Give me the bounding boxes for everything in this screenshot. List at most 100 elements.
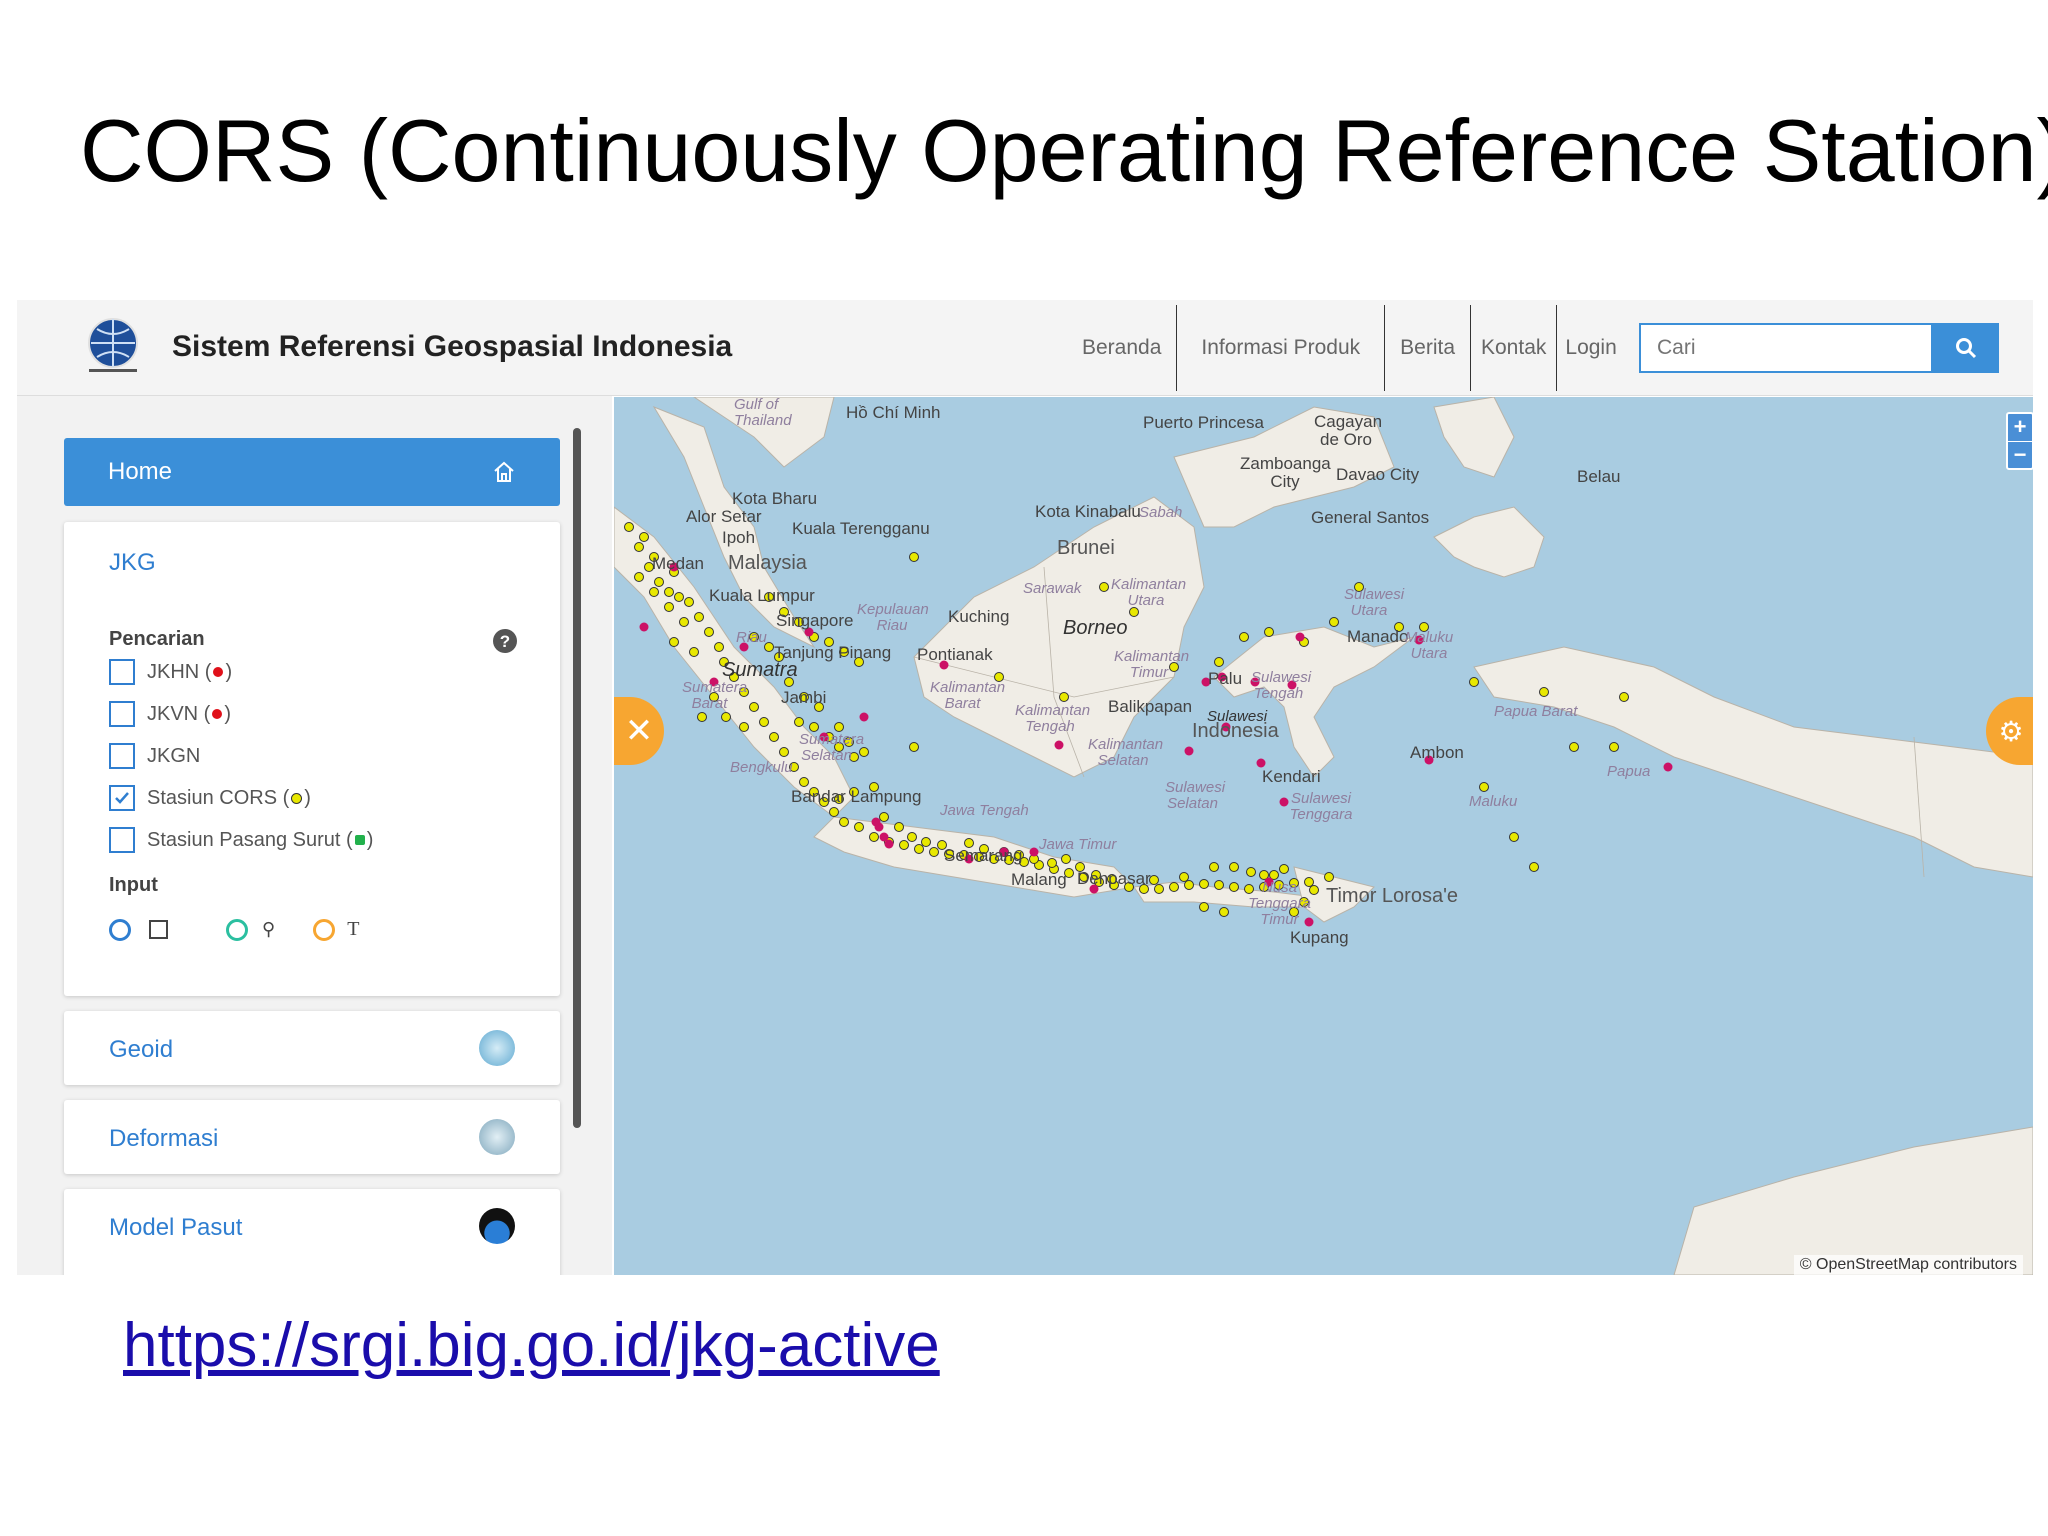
- cors-station-marker[interactable]: [1619, 692, 1629, 702]
- cors-station-marker[interactable]: [1099, 582, 1109, 592]
- cors-station-marker[interactable]: [929, 847, 939, 857]
- jkg-title[interactable]: JKG: [109, 549, 156, 577]
- cors-station-marker[interactable]: [779, 747, 789, 757]
- cors-station-marker[interactable]: [1199, 879, 1209, 889]
- cors-station-marker[interactable]: [1509, 832, 1519, 842]
- cors-station-marker[interactable]: [1061, 854, 1071, 864]
- cors-station-marker[interactable]: [1539, 687, 1549, 697]
- checkbox-cors[interactable]: [109, 785, 135, 811]
- cors-station-marker[interactable]: [759, 717, 769, 727]
- cors-station-marker[interactable]: [1214, 657, 1224, 667]
- cors-station-marker[interactable]: [1179, 872, 1189, 882]
- cors-station-marker[interactable]: [749, 702, 759, 712]
- jkhn-station-marker[interactable]: [859, 712, 869, 722]
- cors-station-marker[interactable]: [914, 844, 924, 854]
- cors-station-marker[interactable]: [634, 542, 644, 552]
- cors-station-marker[interactable]: [1214, 880, 1224, 890]
- cors-station-marker[interactable]: [869, 832, 879, 842]
- help-icon[interactable]: ?: [492, 628, 518, 654]
- nav-login[interactable]: Login: [1557, 305, 1624, 391]
- cors-station-marker[interactable]: [839, 817, 849, 827]
- cors-station-marker[interactable]: [674, 592, 684, 602]
- cors-station-marker[interactable]: [1479, 782, 1489, 792]
- cors-station-marker[interactable]: [1219, 907, 1229, 917]
- cors-station-marker[interactable]: [794, 717, 804, 727]
- layer-cors[interactable]: Stasiun CORS ( ): [109, 785, 311, 811]
- home-button[interactable]: Home: [64, 438, 560, 506]
- sidebar-scrollbar[interactable]: [573, 428, 581, 1128]
- cors-station-marker[interactable]: [1329, 617, 1339, 627]
- cors-station-marker[interactable]: [694, 612, 704, 622]
- cors-station-marker[interactable]: [907, 832, 917, 842]
- cors-station-marker[interactable]: [1264, 627, 1274, 637]
- cors-station-marker[interactable]: [799, 777, 809, 787]
- zoom-in-button[interactable]: +: [2008, 414, 2032, 442]
- cors-station-marker[interactable]: [1184, 880, 1194, 890]
- search-button[interactable]: [1933, 323, 1999, 373]
- cors-station-marker[interactable]: [704, 627, 714, 637]
- cors-station-marker[interactable]: [697, 712, 707, 722]
- cors-station-marker[interactable]: [649, 587, 659, 597]
- cors-station-marker[interactable]: [684, 597, 694, 607]
- nav-informasi-produk[interactable]: Informasi Produk: [1177, 304, 1386, 391]
- cors-station-marker[interactable]: [739, 722, 749, 732]
- cors-station-marker[interactable]: [654, 577, 664, 587]
- zoom-out-button[interactable]: −: [2008, 442, 2032, 469]
- draw-text-icon[interactable]: [313, 918, 336, 941]
- draw-rectangle-icon[interactable]: [149, 920, 168, 939]
- cors-station-marker[interactable]: [1469, 677, 1479, 687]
- nav-berita[interactable]: Berita: [1385, 304, 1471, 391]
- nav-kontak[interactable]: Kontak: [1471, 304, 1558, 391]
- cors-station-marker[interactable]: [1609, 742, 1619, 752]
- search-input[interactable]: [1639, 323, 1933, 373]
- jkhn-station-marker[interactable]: [1184, 746, 1194, 756]
- cors-station-marker[interactable]: [1059, 692, 1069, 702]
- cors-station-marker[interactable]: [1324, 872, 1334, 882]
- cors-station-marker[interactable]: [1239, 632, 1249, 642]
- nav-beranda[interactable]: Beranda: [1067, 304, 1178, 391]
- cors-station-marker[interactable]: [1229, 862, 1239, 872]
- deformasi-panel[interactable]: Deformasi: [64, 1100, 560, 1174]
- cors-station-marker[interactable]: [1209, 862, 1219, 872]
- cors-station-marker[interactable]: [899, 840, 909, 850]
- jkhn-station-marker[interactable]: [1029, 847, 1039, 857]
- map-attribution[interactable]: © OpenStreetMap contributors: [1793, 1255, 2023, 1275]
- cors-station-marker[interactable]: [721, 712, 731, 722]
- cors-station-marker[interactable]: [909, 742, 919, 752]
- cors-station-marker[interactable]: [1279, 864, 1289, 874]
- cors-station-marker[interactable]: [879, 812, 889, 822]
- checkbox-jkgn[interactable]: [109, 743, 135, 769]
- draw-circle-icon[interactable]: [109, 918, 131, 941]
- checkbox-jkhn[interactable]: [109, 659, 135, 685]
- cors-station-marker[interactable]: [829, 807, 839, 817]
- layer-jkhn[interactable]: JKHN ( ): [109, 659, 232, 685]
- cors-station-marker[interactable]: [1154, 884, 1164, 894]
- cors-station-marker[interactable]: [714, 642, 724, 652]
- cors-station-marker[interactable]: [1246, 867, 1256, 877]
- cors-station-marker[interactable]: [664, 587, 674, 597]
- layer-pasang-surut[interactable]: Stasiun Pasang Surut ( ): [109, 827, 373, 853]
- layer-jkgn[interactable]: JKGN: [109, 743, 200, 769]
- cors-station-marker[interactable]: [769, 732, 779, 742]
- draw-marker-icon[interactable]: [226, 918, 248, 941]
- geoid-panel[interactable]: Geoid: [64, 1011, 560, 1085]
- cors-station-marker[interactable]: [639, 532, 649, 542]
- jkhn-station-marker[interactable]: [1663, 762, 1673, 772]
- jkhn-station-marker[interactable]: [884, 839, 894, 849]
- cors-station-marker[interactable]: [909, 552, 919, 562]
- cors-station-marker[interactable]: [1529, 862, 1539, 872]
- cors-station-marker[interactable]: [664, 602, 674, 612]
- map-view[interactable]: Gulf of Thailand Hồ Chí Minh Puerto Prin…: [614, 397, 2033, 1275]
- cors-station-marker[interactable]: [669, 637, 679, 647]
- checkbox-pasang-surut[interactable]: [109, 827, 135, 853]
- checkbox-jkvn[interactable]: [109, 701, 135, 727]
- jkhn-station-marker[interactable]: [639, 622, 649, 632]
- cors-station-marker[interactable]: [689, 647, 699, 657]
- cors-station-marker[interactable]: [679, 617, 689, 627]
- jkhn-station-marker[interactable]: [1054, 740, 1064, 750]
- cors-station-marker[interactable]: [854, 822, 864, 832]
- model-pasut-panel[interactable]: Model Pasut: [64, 1189, 560, 1275]
- cors-station-marker[interactable]: [1229, 882, 1239, 892]
- cors-station-marker[interactable]: [1199, 902, 1209, 912]
- cors-station-marker[interactable]: [859, 747, 869, 757]
